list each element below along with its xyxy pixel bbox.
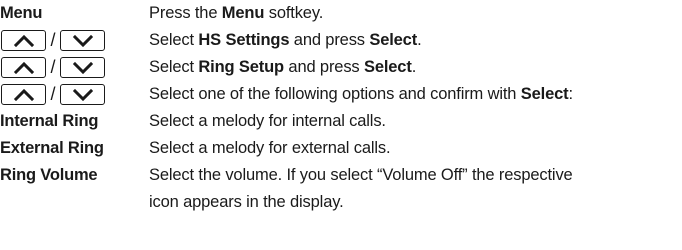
desc-bold: HS Settings — [198, 31, 290, 49]
desc-text: Select — [149, 58, 199, 76]
up-key[interactable] — [1, 84, 46, 105]
desc-text: . — [411, 58, 417, 76]
desc-text: and press — [283, 58, 364, 76]
chevron-up-icon — [13, 34, 34, 47]
navigation-keys: / — [1, 56, 105, 79]
desc-text: Select — [149, 31, 199, 49]
key-separator: / — [50, 84, 56, 104]
desc-bold: Ring Setup — [198, 58, 284, 76]
desc-text: and press — [289, 31, 370, 49]
down-key[interactable] — [60, 84, 105, 105]
step-menu: Menu Press the Menu softkey. — [0, 0, 682, 27]
step-select-option: / Select one of the following options an… — [0, 81, 682, 108]
desc-text: : — [568, 85, 574, 103]
step-description: Press the Menu softkey. — [149, 0, 682, 27]
step-description: Select Ring Setup and press Select. — [149, 54, 682, 81]
desc-text: Press the — [149, 4, 222, 22]
down-key[interactable] — [60, 57, 105, 78]
desc-bold: Select — [369, 31, 418, 49]
option-label: External Ring — [0, 139, 104, 157]
option-description: Select a melody for external calls. — [149, 139, 391, 157]
chevron-down-icon — [72, 34, 93, 47]
step-description: Select HS Settings and press Select. — [149, 27, 682, 54]
key-separator: / — [50, 30, 56, 50]
navigation-keys: / — [1, 29, 105, 52]
option-ring-volume: Ring Volume Select the volume. If you se… — [0, 162, 682, 222]
chevron-up-icon — [13, 88, 34, 101]
desc-line: Select the volume. If you select “Volume… — [149, 166, 573, 184]
step-ring-setup: / Select Ring Setup and press Select. — [0, 54, 682, 81]
step-description: Select one of the following options and … — [149, 81, 682, 108]
desc-bold: Select — [363, 58, 412, 76]
option-label: Ring Volume — [0, 166, 98, 184]
key-separator: / — [50, 57, 56, 77]
navigation-keys: / — [1, 83, 105, 106]
menu-softkey-label: Menu — [0, 4, 43, 22]
chevron-down-icon — [72, 88, 93, 101]
desc-bold: Menu — [221, 4, 265, 22]
option-description: Select the volume. If you select “Volume… — [149, 162, 682, 216]
up-key[interactable] — [1, 57, 46, 78]
desc-line: icon appears in the display. — [149, 193, 344, 211]
desc-bold: Select — [520, 85, 569, 103]
instruction-page: Menu Press the Menu softkey. / Select HS… — [0, 0, 682, 250]
desc-text: Select one of the following options and … — [149, 85, 521, 103]
option-external-ring: External Ring Select a melody for extern… — [0, 135, 682, 162]
desc-text: softkey. — [264, 4, 324, 22]
desc-text: . — [417, 31, 422, 49]
option-description: Select a melody for internal calls. — [149, 112, 386, 130]
option-label: Internal Ring — [0, 112, 99, 130]
step-hs-settings: / Select HS Settings and press Select. — [0, 27, 682, 54]
down-key[interactable] — [60, 30, 105, 51]
chevron-down-icon — [72, 61, 93, 74]
chevron-up-icon — [13, 61, 34, 74]
option-internal-ring: Internal Ring Select a melody for intern… — [0, 108, 682, 135]
up-key[interactable] — [1, 30, 46, 51]
